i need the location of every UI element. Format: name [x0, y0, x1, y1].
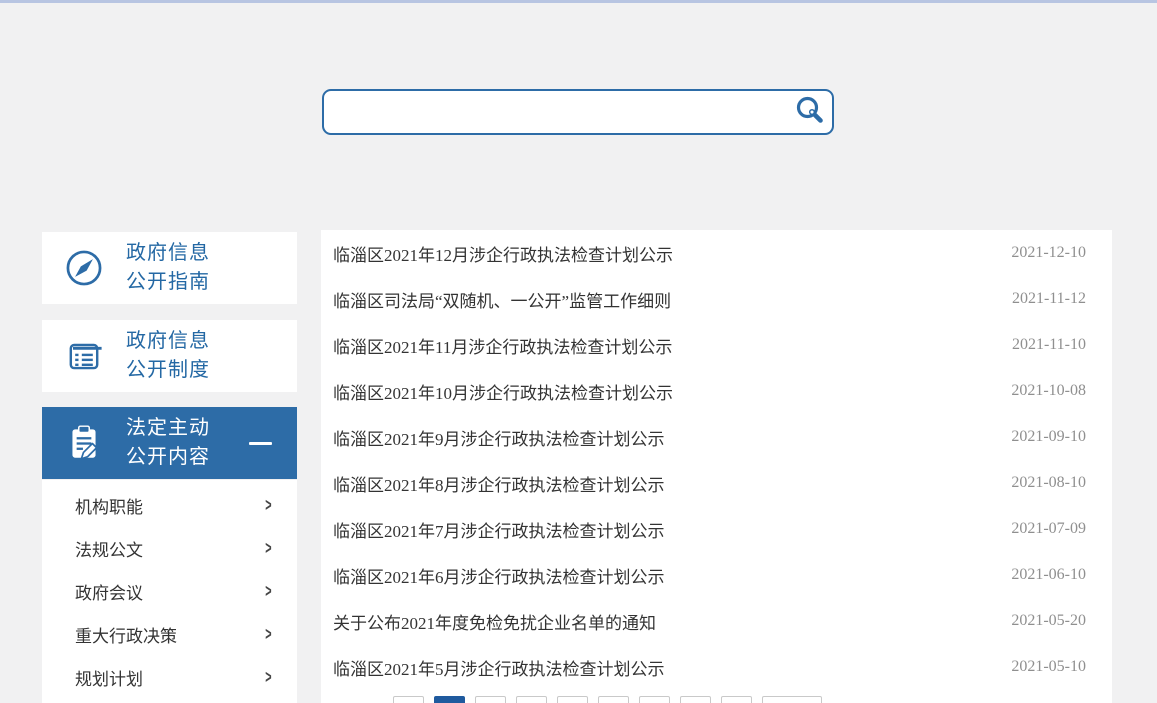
chevron-right-icon: >	[265, 624, 271, 645]
list-item[interactable]: 临淄区司法局“双随机、一公开”监管工作细则 2021-11-12	[321, 276, 1112, 322]
pagination-button[interactable]	[475, 696, 506, 703]
article-title-link[interactable]: 关于公布2021年度免检免扰企业名单的通知	[333, 609, 656, 634]
article-title-link[interactable]: 临淄区2021年6月涉企行政执法检查计划公示	[333, 563, 665, 588]
article-list-panel: 临淄区2021年12月涉企行政执法检查计划公示 2021-12-10 临淄区司法…	[321, 230, 1112, 703]
sidebar-item-system[interactable]: 政府信息 公开制度	[42, 320, 297, 392]
sidebar-item-guide[interactable]: 政府信息 公开指南	[42, 232, 297, 304]
article-date: 2021-05-10	[1011, 658, 1086, 676]
pagination-button[interactable]	[557, 696, 588, 703]
list-item[interactable]: 临淄区2021年5月涉企行政执法检查计划公示 2021-05-10	[321, 644, 1112, 690]
magnifier-icon	[793, 94, 827, 131]
article-title-link[interactable]: 临淄区2021年10月涉企行政执法检查计划公示	[333, 379, 673, 404]
top-accent-bar	[0, 0, 1157, 3]
list-item[interactable]: 临淄区2021年9月涉企行政执法检查计划公示 2021-09-10	[321, 414, 1112, 460]
article-date: 2021-05-20	[1011, 612, 1086, 630]
submenu-item-org-functions[interactable]: 机构职能 >	[42, 484, 297, 527]
article-date: 2021-06-10	[1011, 566, 1086, 584]
list-item[interactable]: 临淄区2021年11月涉企行政执法检查计划公示 2021-11-10	[321, 322, 1112, 368]
article-date: 2021-09-10	[1011, 428, 1086, 446]
list-item[interactable]: 临淄区2021年6月涉企行政执法检查计划公示 2021-06-10	[321, 552, 1112, 598]
clipboard-pencil-icon	[42, 422, 126, 464]
submenu-item-major-decisions[interactable]: 重大行政决策 >	[42, 613, 297, 656]
pagination-next-button[interactable]	[762, 696, 822, 703]
article-date: 2021-12-10	[1011, 244, 1086, 262]
list-item[interactable]: 临淄区2021年10月涉企行政执法检查计划公示 2021-10-08	[321, 368, 1112, 414]
article-date: 2021-10-08	[1011, 382, 1086, 400]
chevron-right-icon: >	[265, 667, 271, 688]
pagination-button[interactable]	[516, 696, 547, 703]
page: 政府信息 公开指南 政府信息 公开制度	[0, 0, 1157, 703]
submenu-item-gov-meetings[interactable]: 政府会议 >	[42, 570, 297, 613]
sidebar-item-label: 政府信息 公开指南	[126, 239, 210, 297]
ledger-icon	[42, 334, 126, 378]
article-title-link[interactable]: 临淄区2021年9月涉企行政执法检查计划公示	[333, 425, 665, 450]
sidebar-submenu: 机构职能 > 法规公文 > 政府会议 > 重大行政决策 > 规划计划 >	[42, 480, 297, 703]
list-item[interactable]: 临淄区2021年12月涉企行政执法检查计划公示 2021-12-10	[321, 230, 1112, 276]
pagination-button-active[interactable]	[434, 696, 465, 703]
chevron-right-icon: >	[265, 495, 271, 516]
article-title-link[interactable]: 临淄区司法局“双随机、一公开”监管工作细则	[333, 287, 671, 312]
pagination-button[interactable]	[680, 696, 711, 703]
search-box	[322, 89, 834, 135]
chevron-right-icon: >	[265, 538, 271, 559]
sidebar-item-label: 政府信息 公开制度	[126, 327, 210, 385]
pagination-button[interactable]	[393, 696, 424, 703]
search-input[interactable]	[324, 91, 788, 133]
minus-icon	[249, 442, 272, 445]
submenu-item-regulations[interactable]: 法规公文 >	[42, 527, 297, 570]
article-title-link[interactable]: 临淄区2021年8月涉企行政执法检查计划公示	[333, 471, 665, 496]
submenu-item-planning[interactable]: 规划计划 >	[42, 656, 297, 699]
pagination-button[interactable]	[598, 696, 629, 703]
article-date: 2021-08-10	[1011, 474, 1086, 492]
article-date: 2021-11-10	[1012, 336, 1086, 354]
search-button[interactable]	[788, 91, 832, 133]
chevron-right-icon: >	[265, 581, 271, 602]
article-title-link[interactable]: 临淄区2021年12月涉企行政执法检查计划公示	[333, 241, 673, 266]
pagination	[393, 696, 822, 703]
article-title-link[interactable]: 临淄区2021年11月涉企行政执法检查计划公示	[333, 333, 672, 358]
list-item[interactable]: 临淄区2021年7月涉企行政执法检查计划公示 2021-07-09	[321, 506, 1112, 552]
list-item[interactable]: 临淄区2021年8月涉企行政执法检查计划公示 2021-08-10	[321, 460, 1112, 506]
list-item[interactable]: 关于公布2021年度免检免扰企业名单的通知 2021-05-20	[321, 598, 1112, 644]
compass-icon	[42, 247, 126, 289]
sidebar-item-statutory-disclosure[interactable]: 法定主动 公开内容	[42, 407, 297, 479]
sidebar-item-label: 法定主动 公开内容	[126, 414, 210, 472]
article-title-link[interactable]: 临淄区2021年5月涉企行政执法检查计划公示	[333, 655, 665, 680]
article-date: 2021-11-12	[1012, 290, 1086, 308]
pagination-button[interactable]	[639, 696, 670, 703]
pagination-button[interactable]	[721, 696, 752, 703]
article-title-link[interactable]: 临淄区2021年7月涉企行政执法检查计划公示	[333, 517, 665, 542]
article-date: 2021-07-09	[1011, 520, 1086, 538]
